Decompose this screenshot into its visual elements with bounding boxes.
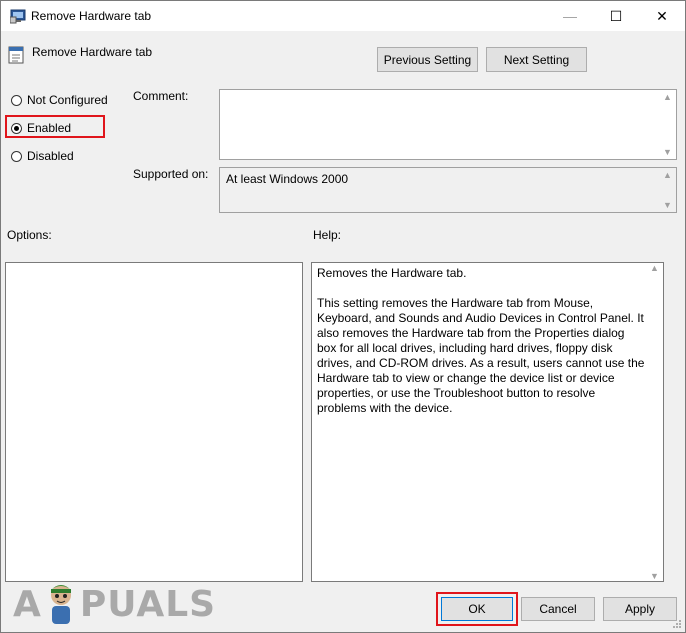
supported-on-field: At least Windows 2000 ▲ ▼ [219, 167, 677, 213]
setting-title: Remove Hardware tab [32, 45, 153, 59]
scroll-down-icon[interactable]: ▼ [663, 198, 672, 212]
title-bar: Remove Hardware tab — ☐ ✕ [1, 1, 685, 31]
help-scrollbar[interactable]: ▲ ▼ [646, 263, 663, 581]
policy-setting-icon [8, 46, 24, 64]
group-policy-icon [10, 9, 26, 24]
scroll-down-icon[interactable]: ▼ [650, 571, 659, 581]
apply-button[interactable]: Apply [603, 597, 677, 621]
scroll-up-icon[interactable]: ▲ [663, 90, 672, 104]
ok-button[interactable]: OK [441, 597, 513, 621]
enabled-highlight-box [5, 115, 105, 138]
options-label: Options: [7, 228, 52, 242]
scroll-up-icon[interactable]: ▲ [663, 168, 672, 182]
help-label: Help: [313, 228, 342, 242]
resize-grip-icon[interactable] [672, 619, 682, 629]
policy-dialog-window: Remove Hardware tab — ☐ ✕ Remove Hardwar… [0, 0, 686, 633]
supported-on-label: Supported on: [133, 167, 209, 181]
close-button[interactable]: ✕ [639, 1, 685, 31]
radio-not-configured[interactable]: Not Configured [11, 93, 108, 107]
scroll-up-icon[interactable]: ▲ [650, 263, 659, 273]
help-text: Removes the Hardware tab. This setting r… [317, 266, 645, 415]
options-panel [5, 262, 303, 582]
watermark-text-right: PUALS [79, 583, 217, 625]
radio-circle[interactable] [11, 150, 22, 162]
comment-scrollbar[interactable]: ▲ ▼ [659, 90, 676, 159]
supported-on-value: At least Windows 2000 [226, 172, 349, 186]
supported-scrollbar[interactable]: ▲ ▼ [659, 168, 676, 212]
appuals-watermark: A PUALS [13, 579, 216, 629]
radio-circle[interactable] [11, 94, 22, 106]
comment-label: Comment: [133, 89, 189, 103]
comment-textarea[interactable]: ▲ ▼ [219, 89, 677, 160]
scroll-down-icon[interactable]: ▼ [663, 145, 672, 159]
next-setting-button[interactable]: Next Setting [486, 47, 587, 72]
radio-label: Disabled [27, 149, 74, 163]
minimize-button[interactable]: — [547, 1, 593, 31]
window-title: Remove Hardware tab [31, 9, 152, 23]
maximize-button[interactable]: ☐ [593, 1, 639, 31]
watermark-logo: A PUALS [13, 581, 216, 627]
watermark-text-left: A [13, 583, 42, 625]
help-panel: Removes the Hardware tab. This setting r… [311, 262, 664, 582]
radio-disabled[interactable]: Disabled [11, 149, 74, 163]
mascot-icon [49, 585, 72, 624]
previous-setting-button[interactable]: Previous Setting [377, 47, 478, 72]
cancel-button[interactable]: Cancel [521, 597, 595, 621]
radio-label: Not Configured [27, 93, 108, 107]
